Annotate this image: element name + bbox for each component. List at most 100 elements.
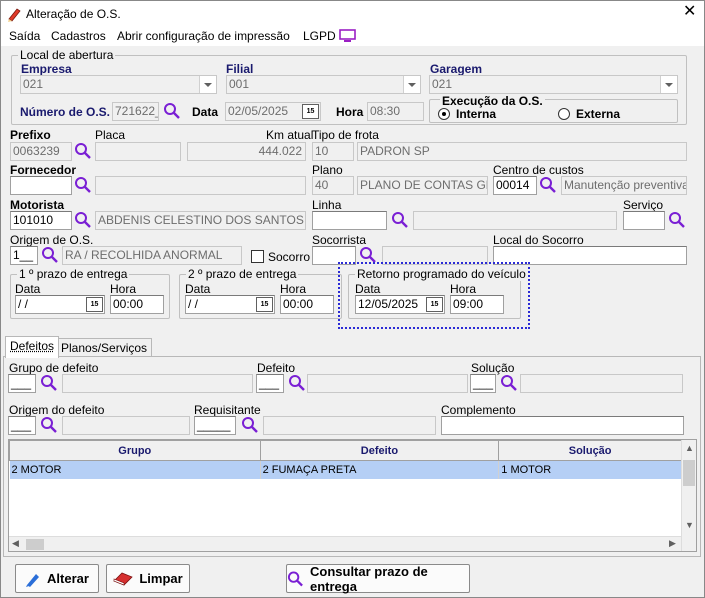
- interna-label: Interna: [456, 107, 497, 121]
- menu-abrir-configuracao[interactable]: Abrir configuração de impressão: [117, 29, 290, 43]
- fornecedor-field[interactable]: [10, 176, 72, 195]
- grupo-defeito-desc: [62, 374, 253, 393]
- plano-code[interactable]: 40: [312, 176, 354, 195]
- window-title: Alteração de O.S.: [26, 7, 121, 21]
- grid-cell-grupo: 2 MOTOR: [9, 460, 261, 479]
- grid-cell-defeito: 2 FUMAÇA PRETA: [260, 460, 500, 479]
- limpar-label: Limpar: [139, 571, 183, 586]
- defeitos-table: Grupo Defeito Solução 2 MOTOR 2 FUMAÇA P…: [9, 440, 682, 479]
- chevron-down-icon[interactable]: [660, 76, 677, 93]
- km-atual-field[interactable]: 444.022: [187, 142, 306, 161]
- limpar-button[interactable]: Limpar: [106, 564, 190, 593]
- scroll-left-icon[interactable]: ◀: [12, 538, 19, 549]
- search-icon[interactable]: [539, 176, 557, 194]
- fornecedor-label: Fornecedor: [10, 163, 77, 177]
- consultar-prazo-button[interactable]: Consultar prazo de entrega: [286, 564, 470, 594]
- filial-combo[interactable]: 001: [226, 75, 421, 94]
- table-row[interactable]: 2 MOTOR 2 FUMAÇA PRETA 1 MOTOR: [9, 460, 682, 479]
- solucao-field[interactable]: ___: [470, 374, 496, 393]
- close-window-button[interactable]: ✕: [683, 4, 696, 20]
- menu-lgpd[interactable]: LGPD: [303, 29, 336, 43]
- scroll-right-icon[interactable]: ▶: [669, 538, 676, 549]
- monitor-icon[interactable]: [339, 29, 356, 43]
- calendar-icon[interactable]: 15: [256, 297, 273, 312]
- execucao-caption: Execução da O.S.: [440, 94, 545, 108]
- search-icon[interactable]: [41, 246, 59, 264]
- defeito-field[interactable]: ___: [256, 374, 284, 393]
- scroll-thumb[interactable]: [683, 460, 695, 486]
- empresa-combo[interactable]: 021: [20, 75, 217, 94]
- local-socorro-label: Local do Socorro: [493, 233, 584, 247]
- garagem-combo[interactable]: 021: [429, 75, 678, 94]
- calendar-icon[interactable]: 15: [302, 104, 319, 119]
- motorista-field[interactable]: 101010: [10, 211, 72, 230]
- search-icon[interactable]: [163, 102, 181, 120]
- search-icon[interactable]: [391, 211, 409, 229]
- empresa-label: Empresa: [21, 62, 72, 76]
- search-icon[interactable]: [500, 374, 518, 392]
- vertical-scrollbar[interactable]: ▲ ▼: [681, 440, 696, 551]
- grupo-defeito-field[interactable]: ___: [8, 374, 36, 393]
- socorrista-label: Socorrista: [312, 233, 367, 247]
- grid-header-defeito[interactable]: Defeito: [259, 440, 500, 461]
- data-label: Data: [192, 105, 219, 119]
- centro-custos-desc: Manutenção preventiva: [561, 176, 687, 195]
- grid-header-solucao[interactable]: Solução: [498, 440, 682, 461]
- placa-field[interactable]: [95, 142, 181, 161]
- search-icon[interactable]: [40, 374, 58, 392]
- scroll-up-icon[interactable]: ▲: [685, 443, 694, 453]
- servico-field[interactable]: [623, 211, 665, 230]
- complemento-field[interactable]: [441, 416, 684, 435]
- search-icon[interactable]: [74, 142, 92, 160]
- grid-header-grupo[interactable]: Grupo: [9, 440, 261, 461]
- search-icon[interactable]: [74, 211, 92, 229]
- complemento-label: Complemento: [441, 403, 516, 417]
- hscroll-thumb[interactable]: [26, 539, 44, 550]
- linha-desc: [413, 211, 617, 230]
- retorno-hora-field[interactable]: 09:00: [450, 295, 504, 314]
- centro-custos-code[interactable]: 00014: [493, 176, 537, 195]
- search-icon[interactable]: [40, 416, 58, 434]
- tipo-frota-desc: PADRON SP: [357, 142, 687, 161]
- prazo1-hora-field[interactable]: 00:00: [110, 295, 164, 314]
- interna-radio[interactable]: [438, 108, 450, 120]
- prefixo-field[interactable]: 0063239: [10, 142, 72, 161]
- requisitante-field[interactable]: _____: [194, 416, 236, 435]
- socorro-checkbox[interactable]: [251, 250, 264, 263]
- linha-label: Linha: [312, 198, 342, 212]
- calendar-icon[interactable]: 15: [86, 297, 103, 312]
- plano-desc: PLANO DE CONTAS GER: [357, 176, 488, 195]
- linha-field[interactable]: [312, 211, 387, 230]
- tipo-frota-label: Tipo de frota: [312, 128, 379, 142]
- grid-header-row: Grupo Defeito Solução: [9, 440, 682, 461]
- origem-os-code[interactable]: 1__: [10, 246, 38, 265]
- menu-cadastros[interactable]: Cadastros: [51, 29, 106, 43]
- menu-bar: Saída Cadastros Abrir configuração de im…: [1, 26, 704, 46]
- numero-os-field[interactable]: 721622_: [112, 102, 159, 121]
- menu-saida[interactable]: Saída: [9, 29, 40, 43]
- tab-defeitos[interactable]: Defeitos: [5, 336, 60, 358]
- origem-os-label: Origem de O.S.: [10, 233, 94, 247]
- defeitos-grid[interactable]: Grupo Defeito Solução 2 MOTOR 2 FUMAÇA P…: [8, 439, 697, 552]
- retorno-hora-label: Hora: [450, 282, 477, 296]
- calendar-icon[interactable]: 15: [426, 297, 443, 312]
- prazo2-hora-field[interactable]: 00:00: [280, 295, 334, 314]
- alterar-button[interactable]: Alterar: [15, 564, 99, 593]
- scroll-down-icon[interactable]: ▼: [685, 520, 694, 530]
- hora-abertura-field[interactable]: 08:30: [367, 102, 424, 121]
- tipo-frota-code[interactable]: 10: [312, 142, 354, 161]
- tab-planos-servicos[interactable]: Planos/Serviços: [56, 338, 153, 358]
- externa-radio[interactable]: [558, 108, 570, 120]
- horizontal-scrollbar[interactable]: ◀ ▶: [9, 536, 681, 551]
- search-icon[interactable]: [74, 176, 92, 194]
- search-icon[interactable]: [668, 211, 686, 229]
- defeito-label: Defeito: [257, 361, 296, 375]
- search-icon[interactable]: [241, 416, 259, 434]
- prazo1-hora-label: Hora: [110, 282, 137, 296]
- chevron-down-icon[interactable]: [199, 76, 216, 93]
- chevron-down-icon[interactable]: [403, 76, 420, 93]
- search-icon[interactable]: [288, 374, 306, 392]
- origem-defeito-label: Origem do defeito: [9, 403, 105, 417]
- origem-defeito-field[interactable]: ___: [8, 416, 36, 435]
- solucao-desc: [520, 374, 683, 393]
